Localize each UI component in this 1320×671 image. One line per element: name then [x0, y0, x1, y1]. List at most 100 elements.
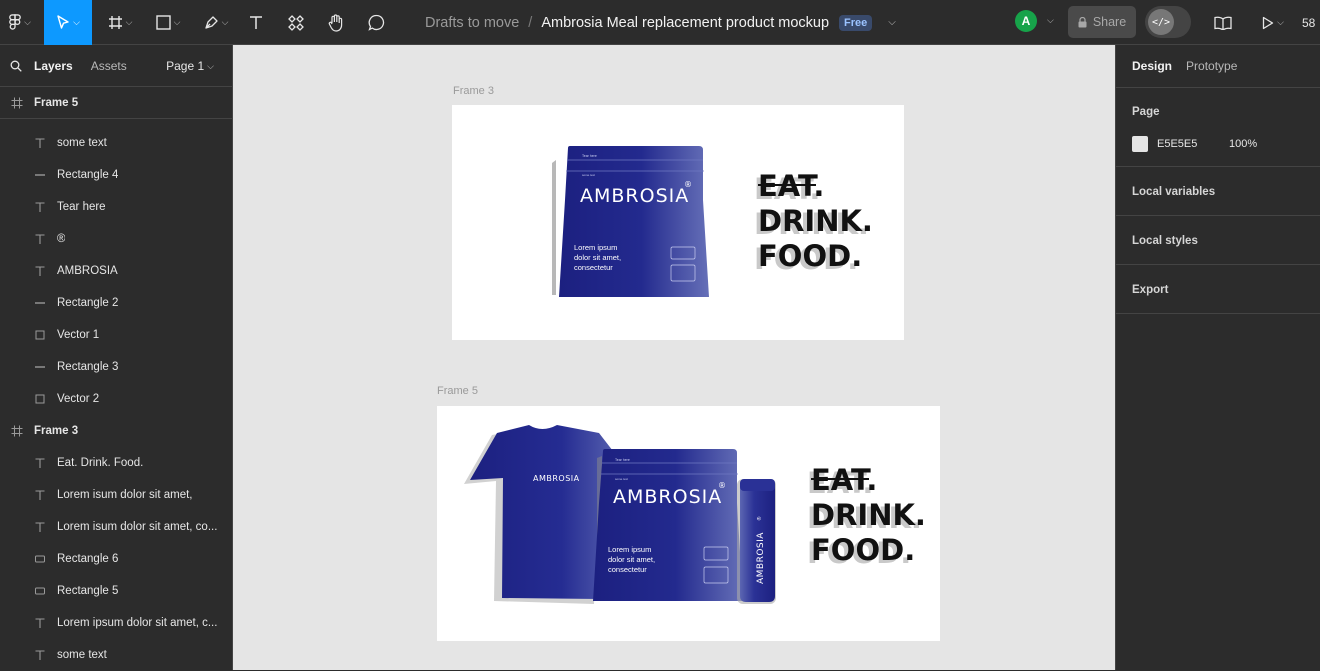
frame5-artwork: AMBROSIA Tear here some text AMBROSIA ® … [464, 425, 926, 604]
bottle-reg-mark: ® [756, 516, 763, 521]
layer-row[interactable]: Rectangle 6 [0, 543, 232, 575]
move-tool-button[interactable]: ⌵ [44, 0, 92, 45]
zoom-level: 58 [1302, 15, 1316, 30]
layer-name: Eat. Drink. Food. [57, 457, 144, 469]
pouch-body-2: dolor sit amet, [608, 555, 655, 564]
layer-row[interactable]: Lorem ipsum dolor sit amet, c... [0, 607, 232, 639]
layer-row[interactable]: Rectangle 4 [0, 159, 232, 191]
line-icon [33, 168, 47, 182]
page-color-hex[interactable]: E5E5E5 [1157, 138, 1197, 150]
tab-design[interactable]: Design [1132, 59, 1172, 73]
page-selector-label: Page 1 [166, 59, 205, 73]
tab-layers[interactable]: Layers [34, 59, 73, 73]
canvas[interactable]: Frame 3 Tear here some text AMBROSIA ® L… [233, 45, 1115, 670]
library-button[interactable] [1212, 0, 1234, 45]
export-section[interactable]: Export [1116, 265, 1320, 314]
layer-name: some text [57, 649, 107, 661]
pouch-tear-text: Tear here [615, 458, 630, 462]
pen-tool-icon [204, 16, 218, 29]
layer-row[interactable]: Lorem isum dolor sit amet, [0, 479, 232, 511]
page-color-swatch[interactable] [1132, 136, 1148, 152]
chevron-down-icon: ⌵ [125, 17, 133, 27]
text-layer-icon [33, 232, 47, 246]
bottle-brand: AMBROSIA [756, 532, 766, 584]
layer-frame-row[interactable]: Frame 3 [0, 415, 232, 447]
frame-tool-button[interactable]: ⌵ [100, 0, 140, 45]
comment-tool-button[interactable] [364, 0, 388, 45]
move-tool-icon [57, 15, 69, 29]
layer-name: Rectangle 3 [57, 361, 119, 373]
layer-name: Rectangle 6 [57, 553, 119, 565]
text-tool-button[interactable] [244, 0, 268, 45]
chevron-down-icon: ⌵ [24, 17, 31, 27]
page-section: Page E5E5E5 100% [1116, 87, 1320, 167]
layer-frame-row[interactable]: Frame 5 [0, 87, 232, 119]
pouch-mockup: Tear here some text AMBROSIA ® Lorem ips… [593, 449, 743, 601]
main-menu-button[interactable]: ⌵ [0, 0, 40, 45]
page-selector[interactable]: Page 1 ⌵ [166, 45, 214, 87]
layer-row[interactable]: Vector 2 [0, 383, 232, 415]
search-icon[interactable] [10, 60, 22, 72]
frame3[interactable]: Tear here some text AMBROSIA ® Lorem ips… [452, 105, 904, 340]
pouch-small-text: some text [582, 173, 595, 177]
lock-icon [1078, 16, 1087, 27]
layer-row[interactable]: ® [0, 223, 232, 255]
pouch-body-3: consectetur [574, 263, 613, 272]
shape-tool-button[interactable]: ⌵ [148, 0, 188, 45]
dev-mode-toggle[interactable]: </> [1145, 6, 1191, 38]
pouch-reg-mark: ® [684, 180, 692, 189]
local-styles-section[interactable]: Local styles [1116, 216, 1320, 265]
layer-row[interactable]: AMBROSIA [0, 255, 232, 287]
bottle-mockup: AMBROSIA ® [737, 479, 776, 604]
local-variables-heading: Local variables [1132, 186, 1216, 198]
layer-name: ® [57, 233, 66, 245]
layer-row[interactable]: some text [0, 639, 232, 671]
layer-row[interactable]: Eat. Drink. Food. [0, 447, 232, 479]
pouch-body-2: dolor sit amet, [574, 253, 621, 262]
text-layer-icon [33, 200, 47, 214]
file-menu-chevron-icon[interactable]: ⌵ [888, 17, 896, 28]
hand-tool-button[interactable] [324, 0, 348, 45]
properties-panel: Design Prototype Page E5E5E5 100% Local … [1115, 45, 1320, 670]
play-icon [1262, 16, 1274, 29]
present-button[interactable]: ⌵ [1256, 0, 1290, 45]
layer-row[interactable]: Tear here [0, 191, 232, 223]
pouch-tear-text: Tear here [582, 154, 597, 158]
avatar-chevron-icon[interactable]: ⌵ [1047, 15, 1054, 26]
local-variables-section[interactable]: Local variables [1116, 167, 1320, 216]
slogan-line-2: DRINK. [811, 498, 926, 532]
layer-row[interactable]: Rectangle 3 [0, 351, 232, 383]
frame5[interactable]: AMBROSIA Tear here some text AMBROSIA ® … [437, 406, 940, 641]
breadcrumb-folder[interactable]: Drafts to move [425, 15, 519, 31]
line-icon [33, 296, 47, 310]
slogan: EAT. DRINK. FOOD. EAT. DRINK. FOOD. [807, 463, 926, 570]
layer-row[interactable]: some text [0, 127, 232, 159]
components-button[interactable] [284, 0, 308, 45]
frame3-label[interactable]: Frame 3 [453, 85, 494, 97]
right-panel-tabs: Design Prototype [1116, 45, 1320, 87]
layer-name: Lorem isum dolor sit amet, [57, 489, 193, 501]
tab-assets[interactable]: Assets [91, 59, 127, 73]
text-layer-icon [33, 456, 47, 470]
frame5-label[interactable]: Frame 5 [437, 385, 478, 397]
layer-name: some text [57, 137, 107, 149]
layer-row[interactable]: Rectangle 5 [0, 575, 232, 607]
chevron-down-icon: ⌵ [73, 17, 80, 27]
pouch-body-1: Lorem ipsum [574, 243, 617, 252]
avatar[interactable]: A [1015, 10, 1037, 32]
layer-divider [0, 118, 232, 119]
frame-tool-icon [108, 16, 122, 29]
text-layer-icon [33, 520, 47, 534]
zoom-menu[interactable]: 58 [1302, 0, 1320, 45]
pen-tool-button[interactable]: ⌵ [196, 0, 236, 45]
layer-row[interactable]: Rectangle 2 [0, 287, 232, 319]
layer-row[interactable]: Vector 1 [0, 319, 232, 351]
share-button[interactable]: Share [1068, 6, 1136, 38]
page-opacity[interactable]: 100% [1229, 138, 1257, 150]
tab-prototype[interactable]: Prototype [1186, 59, 1237, 73]
frame3-artwork: Tear here some text AMBROSIA ® Lorem ips… [552, 146, 873, 297]
file-title[interactable]: Ambrosia Meal replacement product mockup [541, 15, 829, 31]
layer-row[interactable]: Lorem isum dolor sit amet, co... [0, 511, 232, 543]
breadcrumb-separator: / [528, 14, 533, 31]
chevron-down-icon: ⌵ [1277, 17, 1284, 27]
